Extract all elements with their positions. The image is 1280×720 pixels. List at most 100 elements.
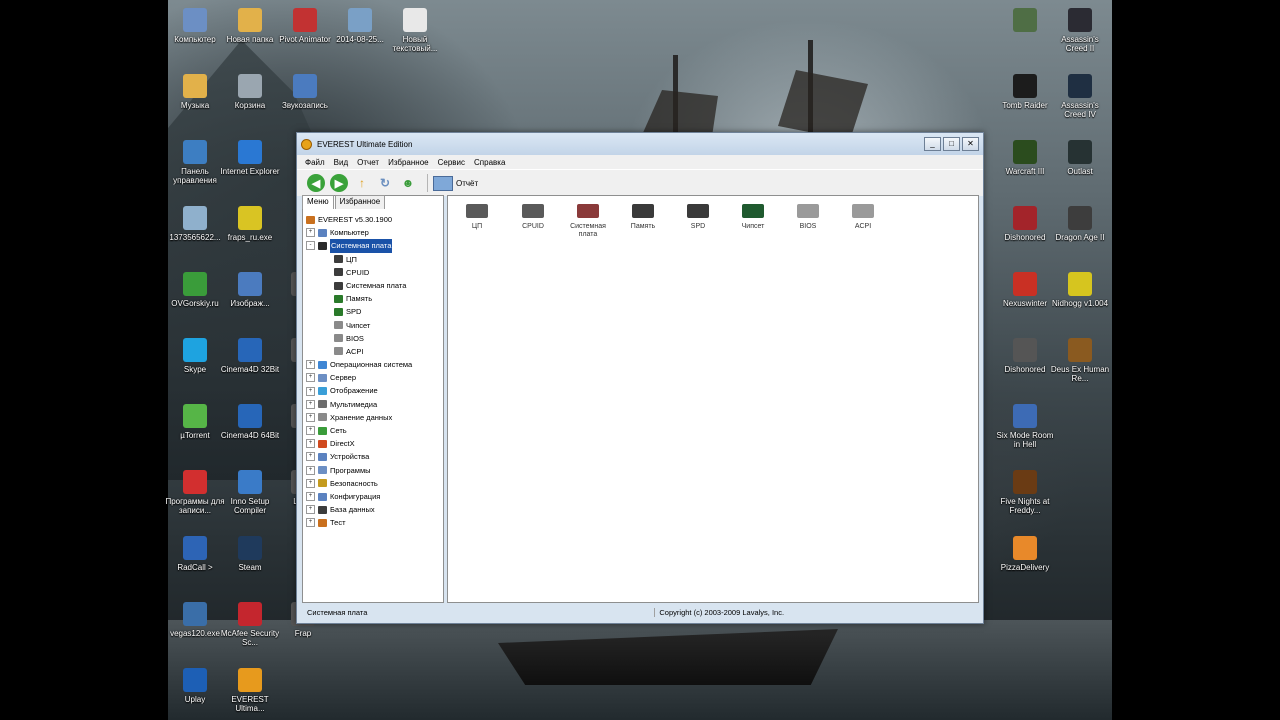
desktop-shortcut[interactable]: Cinema4D 32Bit (220, 338, 280, 374)
menu-view[interactable]: Вид (334, 158, 348, 167)
minimize-button[interactable]: _ (924, 137, 941, 151)
desktop-shortcut[interactable]: RadCall > (165, 536, 225, 572)
collapse-icon[interactable]: - (306, 241, 315, 251)
desktop-shortcut[interactable]: Программы для записи... (165, 470, 225, 515)
expand-icon[interactable]: + (306, 426, 315, 436)
expand-icon[interactable]: + (306, 492, 315, 502)
expand-icon[interactable]: + (306, 399, 315, 409)
desktop-shortcut[interactable]: Изображ... (220, 272, 280, 308)
device-item[interactable]: Память (618, 202, 668, 231)
desktop-shortcut[interactable]: vegas120.exe (165, 602, 225, 638)
desktop-shortcut[interactable]: Warcraft III (995, 140, 1055, 176)
desktop-shortcut[interactable]: PizzaDelivery (995, 536, 1055, 572)
menu-favorites[interactable]: Избранное (388, 158, 429, 167)
desktop-shortcut[interactable]: Dishonored (995, 206, 1055, 242)
tree-item[interactable]: CPUID (306, 266, 440, 279)
desktop-shortcut[interactable]: OVGorskiy.ru (165, 272, 225, 308)
desktop-shortcut[interactable]: Dragon Age II (1050, 206, 1110, 242)
tab-menu[interactable]: Меню (302, 195, 334, 209)
back-button[interactable]: ◀ (307, 174, 325, 192)
desktop-shortcut[interactable]: Internet Explorer (220, 140, 280, 176)
expand-icon[interactable]: + (306, 452, 315, 462)
close-button[interactable]: ✕ (962, 137, 979, 151)
tree-item[interactable]: Память (306, 292, 440, 305)
report-button[interactable]: Отчёт (456, 179, 478, 188)
desktop-shortcut[interactable]: Uplay (165, 668, 225, 704)
tree-item[interactable]: ACPI (306, 345, 440, 358)
up-button[interactable]: ↑ (353, 174, 371, 192)
tree-item[interactable]: Чипсет (306, 319, 440, 332)
desktop-shortcut[interactable]: McAfee Security Sc... (220, 602, 280, 647)
desktop-shortcut[interactable]: Новая папка (220, 8, 280, 44)
desktop-shortcut[interactable]: EVEREST Ultima... (220, 668, 280, 713)
desktop-shortcut[interactable]: Steam (220, 536, 280, 572)
user-icon[interactable]: ☻ (399, 174, 417, 192)
tree-item[interactable]: + Мультимедиа (306, 398, 440, 411)
desktop-shortcut[interactable]: Cinema4D 64Bit (220, 404, 280, 440)
expand-icon[interactable]: + (306, 412, 315, 422)
menu-help[interactable]: Справка (474, 158, 505, 167)
desktop-shortcut[interactable]: Pivot Animator (275, 8, 335, 44)
desktop-shortcut[interactable] (995, 8, 1055, 35)
desktop-shortcut[interactable]: Six Mode Room in Hell (995, 404, 1055, 449)
expand-icon[interactable]: + (306, 228, 315, 238)
device-item[interactable]: Системная плата (563, 202, 613, 239)
desktop-shortcut[interactable]: fraps_ru.exe (220, 206, 280, 242)
device-item[interactable]: Чипсет (728, 202, 778, 231)
expand-icon[interactable]: + (306, 478, 315, 488)
tree-item[interactable]: Системная плата (306, 279, 440, 292)
desktop-shortcut[interactable]: 2014-08-25... (330, 8, 390, 44)
tree-item[interactable]: + Сеть (306, 424, 440, 437)
desktop-shortcut[interactable]: Компьютер (165, 8, 225, 44)
desktop-shortcut[interactable]: Skype (165, 338, 225, 374)
desktop-shortcut[interactable]: Nexuswinter (995, 272, 1055, 308)
desktop-shortcut[interactable]: Nidhogg v1.004 (1050, 272, 1110, 308)
expand-icon[interactable]: + (306, 518, 315, 528)
expand-icon[interactable]: + (306, 373, 315, 383)
expand-icon[interactable]: + (306, 360, 315, 370)
desktop-shortcut[interactable]: Tomb Raider (995, 74, 1055, 110)
desktop-shortcut[interactable]: Звукозапись (275, 74, 335, 110)
desktop-shortcut[interactable]: Outlast (1050, 140, 1110, 176)
tree-item[interactable]: + Безопасность (306, 477, 440, 490)
forward-button[interactable]: ▶ (330, 174, 348, 192)
expand-icon[interactable]: + (306, 505, 315, 515)
tree-item[interactable]: + DirectX (306, 437, 440, 450)
tree-item[interactable]: - Системная плата (306, 239, 440, 253)
desktop-shortcut[interactable]: Assassin's Creed IV (1050, 74, 1110, 119)
title-bar[interactable]: EVEREST Ultimate Edition _ □ ✕ (297, 133, 983, 155)
desktop-shortcut[interactable]: Inno Setup Compiler (220, 470, 280, 515)
tree-item[interactable]: + Сервер (306, 371, 440, 384)
tree-item[interactable]: + База данных (306, 503, 440, 516)
tree-item[interactable]: BIOS (306, 332, 440, 345)
tree-item[interactable]: ЦП (306, 253, 440, 266)
desktop-shortcut[interactable]: Assassin's Creed II (1050, 8, 1110, 53)
device-item[interactable]: CPUID (508, 202, 558, 231)
tab-favorites[interactable]: Избранное (334, 195, 386, 209)
refresh-button[interactable]: ↻ (376, 174, 394, 192)
device-item[interactable]: BIOS (783, 202, 833, 231)
desktop-shortcut[interactable]: Deus Ex Human Re... (1050, 338, 1110, 383)
desktop-shortcut[interactable]: 1373565622... (165, 206, 225, 242)
tree-item[interactable]: + Хранение данных (306, 411, 440, 424)
tree-item[interactable]: + Компьютер (306, 226, 440, 239)
desktop-shortcut[interactable]: µTorrent (165, 404, 225, 440)
tree-item[interactable]: + Устройства (306, 450, 440, 463)
desktop-shortcut[interactable]: Dishonored (995, 338, 1055, 374)
menu-service[interactable]: Сервис (438, 158, 465, 167)
expand-icon[interactable]: + (306, 386, 315, 396)
tree-item[interactable]: EVEREST v5.30.1900 (306, 213, 440, 226)
tree-item[interactable]: + Конфигурация (306, 490, 440, 503)
expand-icon[interactable]: + (306, 465, 315, 475)
tree-item[interactable]: + Тест (306, 516, 440, 529)
desktop-shortcut[interactable]: Новый текстовый... (385, 8, 445, 53)
device-item[interactable]: ЦП (452, 202, 502, 231)
tree-item[interactable]: + Операционная система (306, 358, 440, 371)
maximize-button[interactable]: □ (943, 137, 960, 151)
device-item[interactable]: ACPI (838, 202, 888, 231)
desktop-shortcut[interactable]: Корзина (220, 74, 280, 110)
desktop-shortcut[interactable]: Музыка (165, 74, 225, 110)
desktop-shortcut[interactable]: Five Nights at Freddy... (995, 470, 1055, 515)
menu-report[interactable]: Отчет (357, 158, 379, 167)
tree-item[interactable]: + Программы (306, 464, 440, 477)
